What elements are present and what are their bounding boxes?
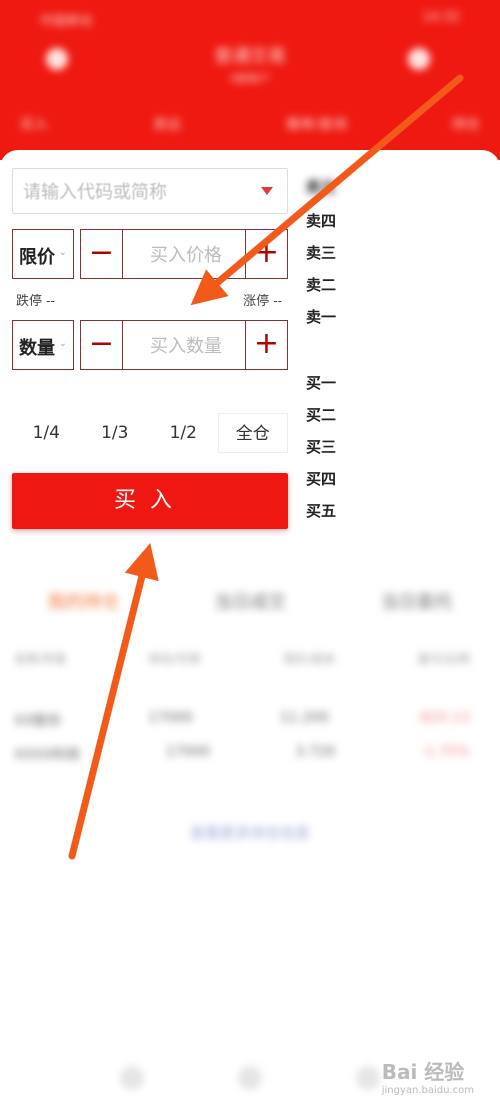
annotation-arrows bbox=[68, 74, 464, 860]
watermark-text: Bai 经验 bbox=[381, 1060, 465, 1084]
watermark-url: jingyan.baidu.com bbox=[381, 1085, 474, 1096]
arrow-to-price-input bbox=[190, 74, 464, 306]
watermark-logo: Bai 经验 jingyan.baidu.com bbox=[382, 1056, 474, 1096]
arrow-to-buy-button bbox=[68, 543, 159, 860]
